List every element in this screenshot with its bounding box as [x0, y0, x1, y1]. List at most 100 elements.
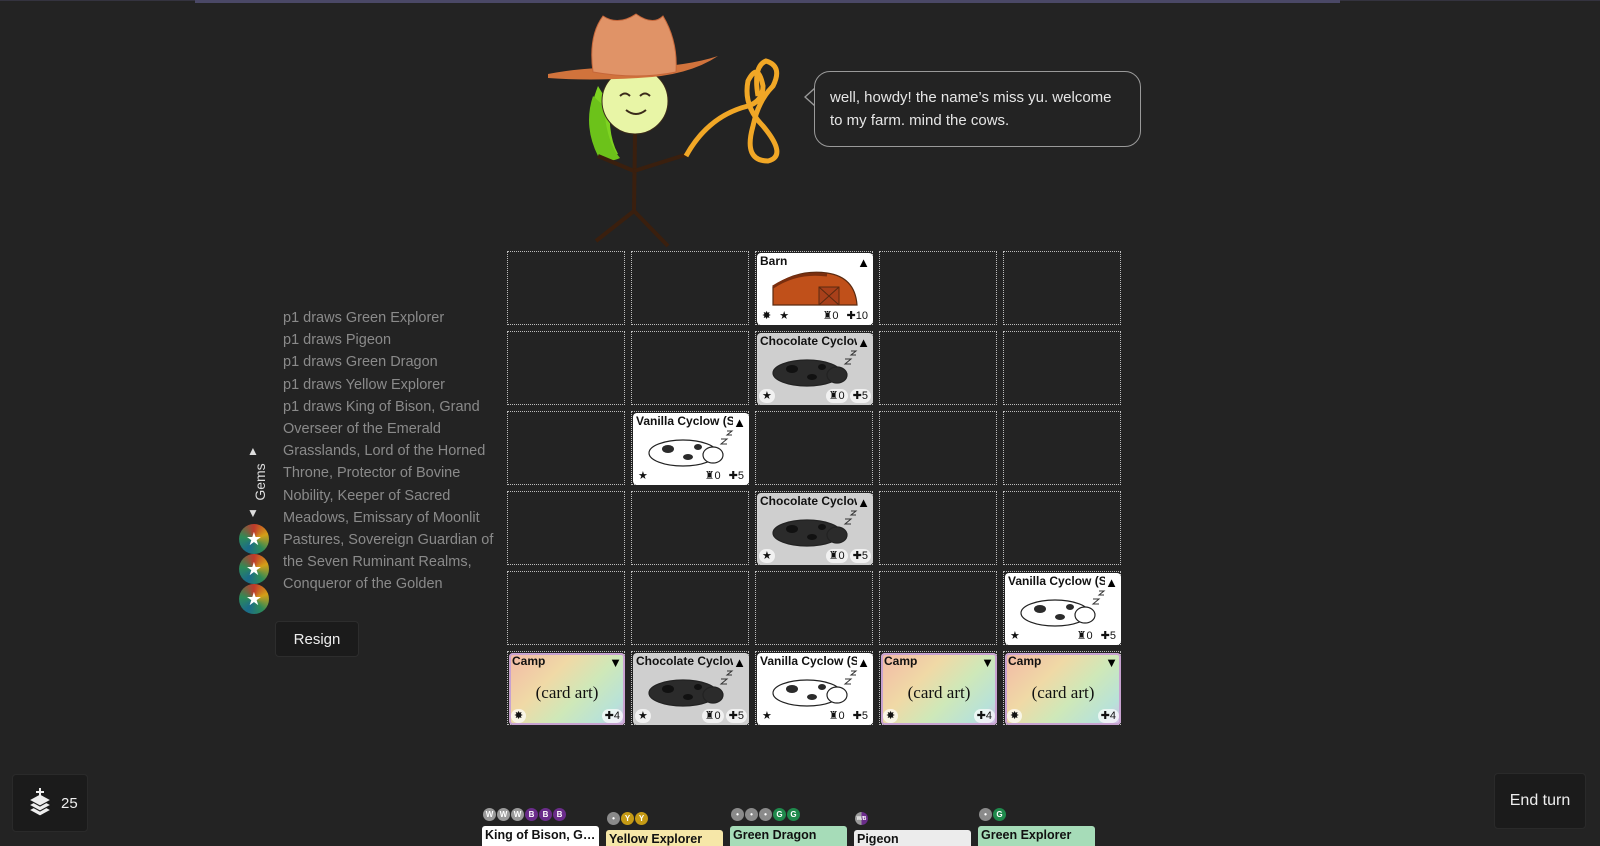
vanilla-cow-art [772, 670, 858, 707]
hand-card[interactable]: Green Dragon [730, 826, 847, 846]
cost-pip: • [607, 812, 620, 825]
card-stats: ✚4 [973, 709, 995, 723]
deck-counter[interactable]: 25 [12, 774, 88, 832]
game-log: p1 draws Green Explorer p1 draws Pigeon p1… [283, 307, 498, 607]
card-keywords: ★ [759, 389, 775, 403]
cost-pip: • [731, 808, 744, 821]
board-card[interactable]: Vanilla Cyclow (Sl ▲ ★ ♜0 ✚5 [757, 653, 873, 725]
board-card[interactable]: Vanilla Cyclow (Sl ▲ ★ ♜0 ✚5 [1005, 573, 1121, 645]
board-cell[interactable] [631, 251, 749, 325]
board-cell[interactable]: Chocolate Cyclow ▲ ★ ♜0 ✚5 [755, 491, 873, 565]
chocolate-cow-art [772, 510, 858, 547]
board-cell[interactable] [879, 331, 997, 405]
card-stats: ♜0 ✚5 [825, 549, 871, 563]
cost-pip: • [979, 808, 992, 821]
health-stat: ✚5 [849, 709, 871, 723]
card-stats: ✚4 [601, 709, 623, 723]
board-cell[interactable]: Chocolate Cyclow ▲ ★ ♜0 ✚5 [631, 651, 749, 725]
board-cell[interactable] [631, 571, 749, 645]
board-cell[interactable]: Camp ▼ (card art) ✸ ✚4 [1003, 651, 1121, 725]
board-cell[interactable]: Chocolate Cyclow ▲ ★ ♜0 ✚5 [755, 331, 873, 405]
attack-stat: ♜0 [701, 709, 724, 723]
board-card[interactable]: Camp ▼ (card art) ✸ ✚4 [509, 653, 625, 725]
arrow-up-icon: ▲ [733, 655, 746, 670]
gems-scroll-up-icon[interactable]: ▲ [247, 444, 259, 458]
cost-pip: W [497, 808, 510, 821]
hand-card[interactable]: Yellow Explorer [606, 830, 723, 846]
board-cell[interactable] [879, 251, 997, 325]
arrow-up-icon: ▲ [1105, 575, 1118, 590]
card-keywords: ✸ [1007, 709, 1023, 723]
board-cell[interactable] [1003, 491, 1121, 565]
board-cell[interactable] [1003, 251, 1121, 325]
hand-card-name: Pigeon [857, 832, 899, 846]
card-cost: • Y Y [607, 812, 648, 825]
board-cell[interactable] [507, 411, 625, 485]
board-cell[interactable]: Vanilla Cyclow (Sl ▲ ★ ♜0 ✚5 [1003, 571, 1121, 645]
health-stat: ✚5 [849, 549, 871, 563]
arrow-up-icon: ▲ [733, 415, 746, 430]
card-name: Camp [884, 654, 918, 668]
health-stat: ✚4 [601, 709, 623, 723]
board-card[interactable]: Camp ▼ (card art) ✸ ✚4 [1005, 653, 1121, 725]
gem-icon[interactable]: ★ [239, 524, 269, 554]
health-stat: ✚5 [725, 469, 747, 483]
board-cell[interactable] [507, 251, 625, 325]
gems-scroll-down-icon[interactable]: ▼ [247, 506, 259, 520]
hand-card[interactable]: Green Explorer [978, 826, 1095, 846]
attack-stat: ♜0 [1073, 629, 1096, 643]
board-cell[interactable] [507, 571, 625, 645]
board-cell[interactable]: Barn ▲ ✸ ★ ♜0 ✚10 [755, 251, 873, 325]
chocolate-cow-art [648, 670, 734, 707]
board-cell[interactable] [507, 331, 625, 405]
board-card[interactable]: Chocolate Cyclow ▲ ★ ♜0 ✚5 [633, 653, 749, 725]
board-card[interactable]: Chocolate Cyclow ▲ ★ ♜0 ✚5 [757, 493, 873, 565]
arrow-up-icon: ▲ [857, 255, 870, 270]
board-cell[interactable] [755, 411, 873, 485]
board-card[interactable]: Vanilla Cyclow (Sl ▲ ★ ♜0 ✚5 [633, 413, 749, 485]
board-cell[interactable] [1003, 331, 1121, 405]
gems-panel: ▲ Gems ▼ ★ ★ ★ [237, 444, 271, 614]
board-cell[interactable]: Vanilla Cyclow (Sl ▲ ★ ♜0 ✚5 [755, 651, 873, 725]
board-cell[interactable] [879, 491, 997, 565]
card-stats: ♜0 ✚5 [825, 709, 871, 723]
log-entry: p1 draws King of Bison, Grand Overseer o… [283, 398, 494, 593]
card-stats: ♜0 ✚5 [701, 709, 747, 723]
card-cost: • • • G G [731, 808, 800, 821]
resign-button[interactable]: Resign [275, 621, 359, 657]
board-card[interactable]: Barn ▲ ✸ ★ ♜0 ✚10 [757, 253, 873, 325]
log-entry: p1 draws Pigeon [283, 332, 392, 349]
card-name: Camp [512, 654, 546, 668]
hand-card-name: Green Explorer [981, 828, 1072, 842]
health-stat: ✚4 [1097, 709, 1119, 723]
health-stat: ✚5 [1097, 629, 1119, 643]
hand-card-name: King of Bison, Gra... [485, 828, 596, 842]
gem-icon[interactable]: ★ [239, 584, 269, 614]
board-cell[interactable] [631, 331, 749, 405]
hand-card[interactable]: King of Bison, Gra... [482, 826, 599, 846]
board-cell[interactable] [631, 491, 749, 565]
board-cell[interactable] [879, 411, 997, 485]
board-cell[interactable] [507, 491, 625, 565]
board-cell[interactable]: Camp ▼ (card art) ✸ ✚4 [507, 651, 625, 725]
attack-stat: ♜0 [825, 549, 848, 563]
cost-pip: B [539, 808, 552, 821]
burst-icon: ✸ [759, 309, 775, 323]
end-turn-button[interactable]: End turn [1494, 773, 1586, 829]
star-icon: ★ [635, 709, 651, 723]
card-art-placeholder: (card art) [535, 683, 599, 702]
board-card[interactable]: Chocolate Cyclow ▲ ★ ♜0 ✚5 [757, 333, 873, 405]
card-stats: ♜0 ✚5 [825, 389, 871, 403]
board-cell[interactable]: Vanilla Cyclow (Sl ▲ ★ ♜0 ✚5 [631, 411, 749, 485]
burst-icon: ✸ [1007, 709, 1023, 723]
gem-icon[interactable]: ★ [239, 554, 269, 584]
board-cell[interactable] [879, 571, 997, 645]
board-cell[interactable] [1003, 411, 1121, 485]
attack-stat: ♜0 [819, 309, 842, 323]
board-cell[interactable] [755, 571, 873, 645]
board-cell[interactable]: Camp ▼ (card art) ✸ ✚4 [879, 651, 997, 725]
board-card[interactable]: Camp ▼ (card art) ✸ ✚4 [881, 653, 997, 725]
hand-card[interactable]: Pigeon [854, 830, 971, 846]
cost-pip: W [511, 808, 524, 821]
hand-card-name: Yellow Explorer [609, 832, 703, 846]
